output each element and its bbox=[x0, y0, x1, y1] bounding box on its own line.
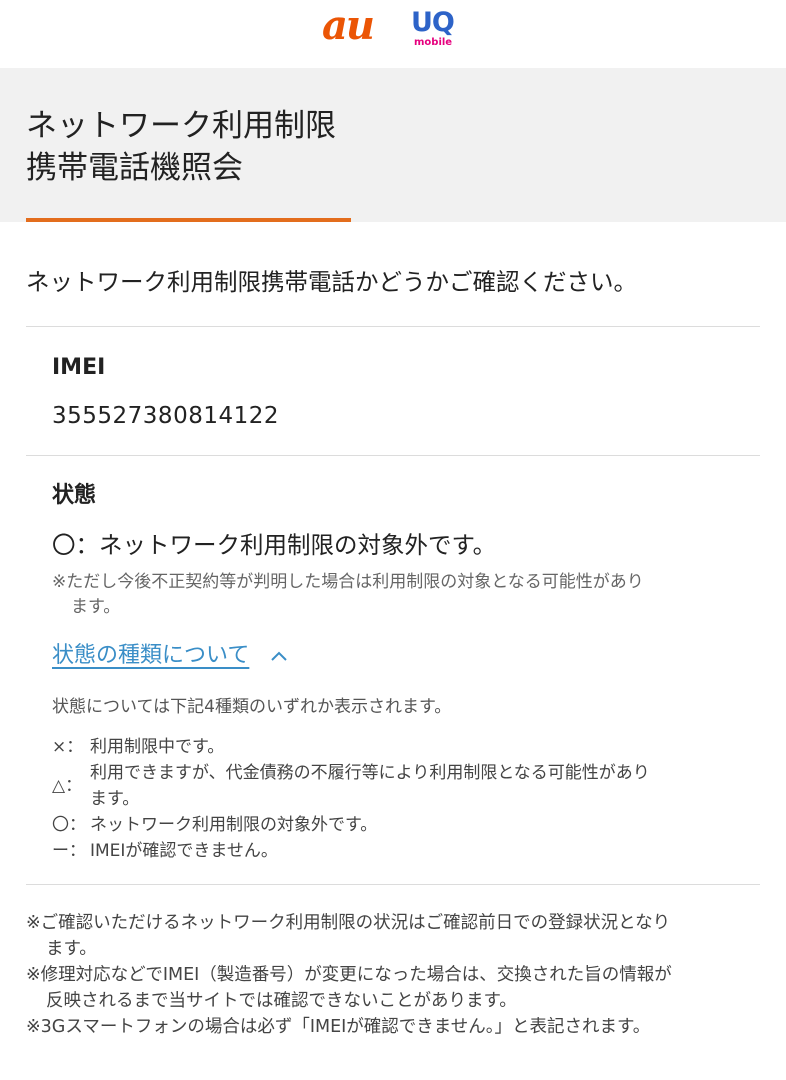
status-types-toggle[interactable]: 状態の種類について bbox=[52, 638, 288, 673]
status-types-link[interactable]: 状態の種類について bbox=[52, 643, 249, 668]
title-accent-underline bbox=[26, 218, 351, 222]
status-type-text: 利用できますが、代金債務の不履行等により利用制限となる可能性があり bbox=[90, 763, 650, 783]
status-types-list: ×： 利用制限中です。 △： 利用できますが、代金債務の不履行等により利用制限とな… bbox=[52, 734, 752, 864]
status-note: ※ただし今後不正契約等が判明した場合は利用制限の対象となる可能性があり ます。 bbox=[52, 570, 752, 620]
status-type-symbol: ー： bbox=[52, 841, 86, 861]
status-note-line1: ※ただし今後不正契約等が判明した場合は利用制限の対象となる可能性があり bbox=[52, 572, 644, 592]
au-logo[interactable]: au bbox=[322, 6, 375, 46]
site-header: au UQ mobile bbox=[0, 0, 786, 68]
status-type-symbol: ×： bbox=[52, 737, 84, 757]
footer-note-3: ※3Gスマートフォンの場合は必ず「IMEIが確認できません。」と表記されます。 bbox=[26, 1017, 651, 1037]
status-type-symbol: 〇： bbox=[52, 815, 86, 835]
divider bbox=[26, 326, 760, 327]
uq-logo-subtext: mobile bbox=[414, 37, 453, 48]
status-type-text: ネットワーク利用制限の対象外です。 bbox=[90, 815, 378, 835]
footer-note-2: ※修理対応などでIMEI（製造番号）が変更になった場合は、交換された旨の情報が bbox=[26, 965, 672, 985]
page-title-line2: 携帯電話機照会 bbox=[26, 150, 243, 186]
divider bbox=[26, 884, 760, 885]
status-type-item: 〇： ネットワーク利用制限の対象外です。 bbox=[52, 812, 752, 838]
status-result: 〇：ネットワーク利用制限の対象外です。 bbox=[52, 531, 497, 559]
status-label: 状態 bbox=[52, 483, 97, 508]
uq-logo-text: UQ bbox=[411, 7, 455, 38]
status-type-text: IMEIが確認できません。 bbox=[90, 841, 278, 861]
imei-value: 355527380814122 bbox=[52, 403, 279, 429]
status-note-line2: ます。 bbox=[71, 597, 121, 617]
intro-text: ネットワーク利用制限携帯電話かどうかご確認ください。 bbox=[26, 268, 637, 296]
status-type-text: 利用制限中です。 bbox=[90, 737, 225, 757]
status-type-item: ×： 利用制限中です。 bbox=[52, 734, 752, 760]
divider bbox=[26, 455, 760, 456]
page-title-line1: ネットワーク利用制限 bbox=[26, 108, 336, 144]
status-types-description: 状態については下記4種類のいずれか表示されます。 bbox=[52, 697, 452, 717]
status-type-item: △： 利用できますが、代金債務の不履行等により利用制限となる可能性があり ます。 bbox=[52, 760, 752, 812]
chevron-up-icon[interactable] bbox=[270, 638, 288, 672]
status-type-item: ー： IMEIが確認できません。 bbox=[52, 838, 752, 864]
footer-note-1-continued: ます。 bbox=[46, 939, 97, 959]
page-title-band: ネットワーク利用制限 携帯電話機照会 bbox=[0, 68, 786, 222]
uq-mobile-logo[interactable]: UQ mobile bbox=[408, 8, 458, 52]
status-type-symbol: △： bbox=[52, 776, 83, 796]
footer-note-2-continued: 反映されるまで当サイトでは確認できないことがあります。 bbox=[46, 991, 517, 1011]
imei-label: IMEI bbox=[52, 355, 106, 380]
status-type-text-continued: ます。 bbox=[90, 789, 140, 809]
footer-notes: ※ご確認いただけるネットワーク利用制限の状況はご確認前日での登録状況となり ます… bbox=[26, 910, 766, 1040]
footer-note-1: ※ご確認いただけるネットワーク利用制限の状況はご確認前日での登録状況となり bbox=[26, 913, 671, 933]
